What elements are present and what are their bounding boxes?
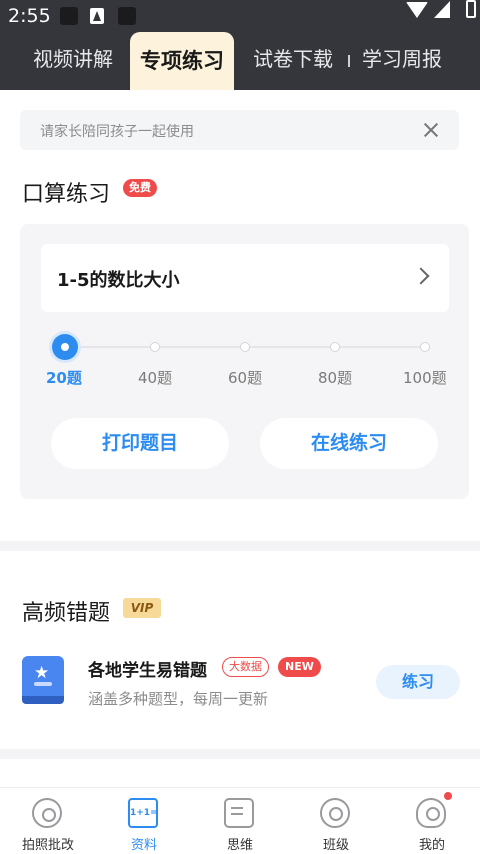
- nav-profile[interactable]: 我的: [384, 788, 480, 854]
- error-book-icon: ★: [22, 656, 64, 704]
- tab-video-lessons[interactable]: 视频讲解: [33, 44, 113, 74]
- tab-special-practice[interactable]: 专项练习: [130, 32, 234, 90]
- nav-label: 拍照批改: [21, 838, 74, 853]
- slider-node-80[interactable]: [330, 342, 340, 352]
- nav-label: 思维: [226, 838, 253, 853]
- class-icon: [320, 798, 350, 828]
- common-errors-subtitle: 涵盖多种题型，每周一更新: [88, 690, 269, 708]
- oral-practice-title: 口算练习: [22, 182, 111, 207]
- question-count-label[interactable]: 40题: [138, 367, 172, 388]
- question-count-label[interactable]: 20题: [46, 367, 82, 388]
- battery-icon: [466, 0, 476, 18]
- chevron-right-icon: [412, 267, 430, 285]
- notice-text: 请家长陪同孩子一起使用: [40, 124, 194, 140]
- new-tag: NEW: [278, 657, 321, 677]
- nav-materials[interactable]: 1+1= 资料: [96, 788, 192, 854]
- section-divider: [0, 749, 480, 759]
- nav-label: 资料: [130, 838, 157, 853]
- online-practice-button[interactable]: 在线练习: [260, 418, 438, 469]
- star-icon: ★: [34, 663, 50, 683]
- slider-node-40[interactable]: [150, 342, 160, 352]
- nav-class[interactable]: 班级: [288, 788, 384, 854]
- bigdata-tag: 大数据: [222, 657, 269, 677]
- notification-icon: [118, 7, 136, 25]
- slider-node-100[interactable]: [420, 342, 430, 352]
- camera-icon: [32, 798, 62, 828]
- question-count-label[interactable]: 100题: [403, 367, 447, 388]
- book-icon: 1+1=: [128, 798, 158, 828]
- close-icon[interactable]: [423, 122, 439, 138]
- free-badge: 免费: [123, 179, 157, 197]
- status-bar: 2:55: [0, 0, 480, 32]
- question-count-label[interactable]: 80题: [318, 367, 352, 388]
- practice-button[interactable]: 练习: [376, 665, 460, 699]
- status-time: 2:55: [8, 5, 51, 27]
- section-divider: [0, 541, 480, 551]
- top-tab-bar: 视频讲解 专项练习 试卷下载 学习周报: [0, 32, 480, 90]
- tab-paper-download[interactable]: 试卷下载: [253, 44, 333, 74]
- print-questions-button[interactable]: 打印题目: [51, 418, 229, 469]
- question-count-label[interactable]: 60题: [228, 367, 262, 388]
- wifi-icon: [406, 2, 428, 18]
- thinking-icon: [224, 798, 254, 828]
- bottom-navigation: 拍照批改 1+1= 资料 思维 班级 我的: [0, 787, 480, 854]
- nav-thinking[interactable]: 思维: [192, 788, 288, 854]
- vip-badge: VIP: [123, 598, 161, 618]
- notification-icon: [60, 7, 78, 25]
- nav-label: 班级: [322, 838, 349, 853]
- signal-icon: [434, 1, 450, 18]
- oral-practice-card: 1-5的数比大小 20题 40题 60题 80题 100题 打印题目 在线练习: [20, 224, 469, 499]
- profile-icon: [416, 798, 446, 828]
- slider-node-60[interactable]: [240, 342, 250, 352]
- slider-node-20-selected[interactable]: [52, 334, 78, 360]
- app-notification-icon: [90, 8, 104, 24]
- nav-label: 我的: [418, 838, 445, 853]
- frequent-errors-title: 高频错题: [22, 601, 111, 626]
- notification-dot: [444, 792, 452, 800]
- topic-name: 1-5的数比大小: [57, 270, 180, 291]
- parent-notice-banner: 请家长陪同孩子一起使用: [20, 110, 459, 150]
- tab-separator: [348, 55, 350, 67]
- common-errors-title[interactable]: 各地学生易错题: [88, 656, 207, 681]
- tab-weekly-report[interactable]: 学习周报: [362, 44, 442, 74]
- topic-selector[interactable]: 1-5的数比大小: [41, 244, 449, 312]
- nav-photo-grading[interactable]: 拍照批改: [0, 788, 96, 854]
